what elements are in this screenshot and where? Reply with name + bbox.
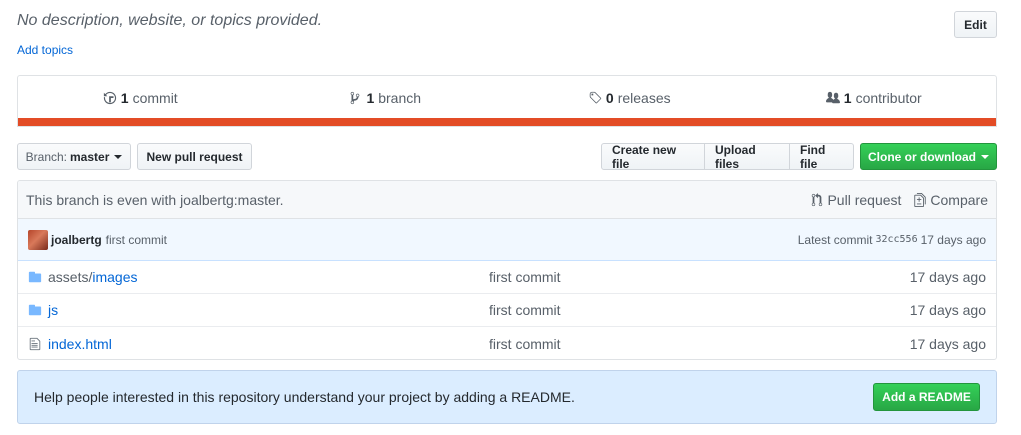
branches-summary[interactable]: 1 branch	[263, 76, 508, 119]
create-new-file-button[interactable]: Create new file	[601, 143, 705, 171]
clone-or-download-button[interactable]: Clone or download	[860, 143, 997, 170]
releases-summary[interactable]: 0 releases	[507, 76, 752, 119]
chevron-down-icon	[114, 154, 123, 159]
branch-status-bar: This branch is even with joalbertg:maste…	[18, 181, 996, 219]
file-name: js	[48, 302, 59, 318]
compare-label: Compare	[930, 191, 988, 208]
directory-icon	[28, 270, 44, 284]
compare-link[interactable]: Compare	[913, 192, 988, 208]
commit-message[interactable]: first commit	[106, 233, 167, 247]
branch-name: master	[70, 149, 110, 164]
contributors-count: 1	[843, 89, 852, 106]
table-row: index.html first commit 17 days ago	[18, 327, 996, 359]
file-name-link[interactable]: index.html	[48, 336, 489, 352]
upload-files-button[interactable]: Upload files	[704, 143, 790, 171]
find-file-button[interactable]: Find file	[789, 143, 854, 171]
readme-prompt-text: Help people interested in this repositor…	[34, 389, 575, 405]
branch-select-button[interactable]: Branch: master	[17, 143, 131, 170]
file-age: 17 days ago	[909, 302, 986, 318]
repo-description: No description, website, or topics provi…	[17, 12, 323, 29]
new-pull-request-button[interactable]: New pull request	[137, 143, 252, 170]
file-name: index.html	[48, 335, 112, 352]
branches-count: 1	[366, 89, 375, 106]
file-commit-message[interactable]: first commit	[489, 336, 910, 352]
pull-request-label: Pull request	[827, 191, 902, 208]
readme-prompt: Help people interested in this repositor…	[17, 370, 997, 424]
clone-or-download-label: Clone or download	[868, 149, 976, 164]
table-row: js first commit 17 days ago	[18, 294, 996, 327]
file-commit-message[interactable]: first commit	[489, 269, 910, 285]
file-diff-icon	[914, 192, 927, 207]
commits-summary[interactable]: 1 commit	[18, 76, 263, 119]
latest-commit-bar: joalbertg first commit Latest commit 32c…	[18, 219, 996, 261]
releases-label: releases	[617, 89, 671, 106]
commit-age: 17 days ago	[920, 232, 986, 247]
releases-count: 0	[605, 89, 614, 106]
repo-summary: 1 commit 1 branch 0 releases 1 contribut…	[17, 75, 997, 127]
table-row: assets/images first commit 17 days ago	[18, 261, 996, 294]
add-readme-button[interactable]: Add a README	[873, 383, 980, 411]
edit-button[interactable]: Edit	[954, 11, 997, 38]
directory-prefix: assets/	[48, 269, 93, 285]
history-icon	[103, 91, 116, 104]
file-name-link[interactable]: assets/images	[48, 269, 489, 285]
commits-count: 1	[120, 89, 129, 106]
chevron-down-icon	[981, 154, 989, 159]
commits-label: commit	[132, 89, 178, 106]
file-navigation: Branch: master New pull request Create n…	[17, 143, 997, 171]
file-icon	[28, 337, 44, 351]
pull-request-link[interactable]: Pull request	[810, 192, 901, 208]
contributors-summary[interactable]: 1 contributor	[752, 76, 997, 119]
people-icon	[825, 91, 840, 103]
latest-commit-prefix: Latest commit	[797, 232, 873, 247]
file-name-link[interactable]: js	[48, 302, 489, 318]
git-branch-icon	[351, 91, 360, 104]
commit-author[interactable]: joalbertg	[51, 233, 102, 247]
add-topics-link[interactable]: Add topics	[17, 43, 73, 57]
language-bar[interactable]	[18, 118, 996, 126]
file-commit-message[interactable]: first commit	[489, 302, 910, 318]
commit-sha[interactable]: 32cc556	[875, 234, 917, 245]
file-age: 17 days ago	[909, 335, 986, 352]
contributors-label: contributor	[855, 89, 922, 106]
git-pull-request-icon	[812, 192, 823, 206]
avatar[interactable]	[28, 229, 48, 250]
file-age: 17 days ago	[909, 269, 986, 285]
directory-icon	[28, 303, 44, 317]
file-table: This branch is even with joalbertg:maste…	[17, 180, 997, 360]
branch-status-text: This branch is even with joalbertg:maste…	[26, 191, 284, 208]
branches-label: branch	[378, 89, 422, 106]
file-actions-group: Create new file Upload files Find file	[601, 143, 854, 171]
branch-prefix: Branch:	[25, 149, 67, 164]
tag-icon	[589, 91, 602, 103]
file-name: images	[92, 269, 138, 285]
